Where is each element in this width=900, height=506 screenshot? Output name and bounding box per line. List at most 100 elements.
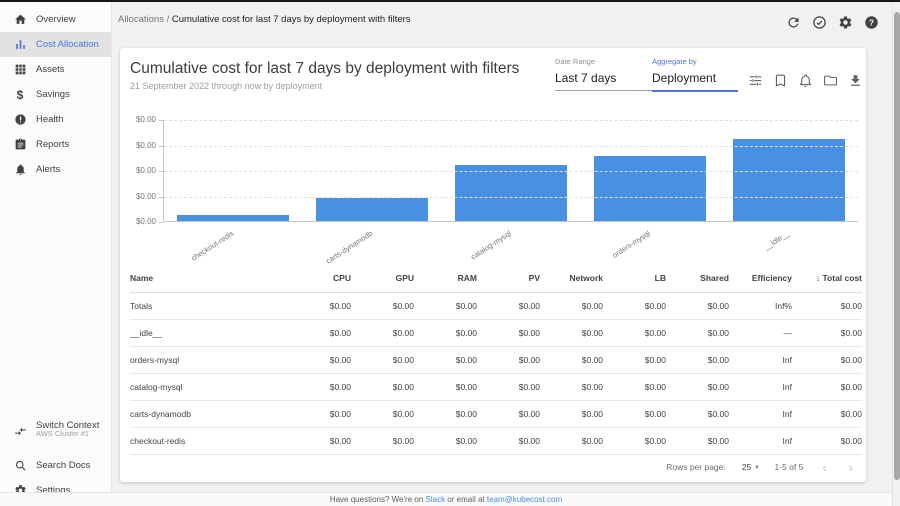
sidebar-item-overview[interactable]: Overview <box>0 7 111 32</box>
column-header-ram[interactable]: RAM <box>414 264 477 293</box>
table-cell: $0.00 <box>477 293 540 320</box>
sidebar-item-cost-allocation[interactable]: Cost Allocation <box>0 32 111 57</box>
bar-carts-dynamodb[interactable] <box>316 198 428 221</box>
aggregate-by-field[interactable]: Aggregate by Deployment <box>652 57 738 92</box>
check-circle-icon[interactable] <box>812 15 827 30</box>
health-exclamation-icon <box>13 113 27 127</box>
rows-per-page-select[interactable]: 25 ▾ <box>742 462 759 472</box>
table-row-orders-mysql[interactable]: orders-mysql$0.00$0.00$0.00$0.00$0.00$0.… <box>130 347 862 374</box>
breadcrumb-current-page: Cumulative cost for last 7 days by deplo… <box>172 14 411 25</box>
table-cell: $0.00 <box>351 320 414 347</box>
refresh-icon[interactable] <box>786 15 801 30</box>
table-cell: $0.00 <box>477 374 540 401</box>
gear-icon[interactable] <box>838 15 853 30</box>
footer-text: or email at <box>447 495 484 504</box>
x-axis-label: checkout-redis <box>189 229 235 263</box>
table-cell: $0.00 <box>414 347 477 374</box>
sidebar-item-search-docs[interactable]: Search Docs <box>0 453 111 478</box>
column-header-gpu[interactable]: GPU <box>351 264 414 293</box>
sidebar-item-label: Alerts <box>36 164 60 175</box>
gridline <box>164 146 858 147</box>
x-axis-label: orders-mysql <box>611 229 652 260</box>
table-cell: $0.00 <box>540 347 603 374</box>
sidebar-item-savings[interactable]: $ Savings <box>0 82 111 107</box>
email-link[interactable]: team@kubecost.com <box>487 495 562 504</box>
rows-per-page-label: Rows per page: <box>666 462 726 472</box>
vertical-scrollbar[interactable] <box>892 2 900 506</box>
report-subtitle: 21 September 2022 through now by deploym… <box>130 81 322 91</box>
bar-orders-mysql[interactable] <box>594 156 706 221</box>
topbar-actions: ? <box>786 15 879 30</box>
table-cell: $0.00 <box>666 347 729 374</box>
bar-catalog-mysql[interactable] <box>455 165 567 221</box>
sidebar-item-assets[interactable]: Assets <box>0 57 111 82</box>
footer: Have questions? We're on Slack or email … <box>0 492 892 506</box>
cluster-context-label: AWS Cluster #1 <box>36 429 89 438</box>
table-cell: $0.00 <box>477 347 540 374</box>
bell-icon[interactable] <box>798 73 813 88</box>
y-axis-tick-label: $0.00 <box>120 217 156 226</box>
scrollbar-thumb[interactable] <box>894 12 900 480</box>
sidebar-item-label: Savings <box>36 89 70 100</box>
y-axis-tick-label: $0.00 <box>120 141 156 150</box>
kubecost-app: Overview Cost Allocation Assets $ Saving… <box>0 0 900 506</box>
y-axis-tick-label: $0.00 <box>120 192 156 201</box>
gridline <box>164 171 858 172</box>
table-cell: $0.00 <box>288 293 351 320</box>
table-cell: $0.00 <box>414 293 477 320</box>
bookmark-icon[interactable] <box>773 73 788 88</box>
tune-filters-icon[interactable] <box>748 73 763 88</box>
table-row-idle[interactable]: __idle__$0.00$0.00$0.00$0.00$0.00$0.00$0… <box>130 320 862 347</box>
column-header-network[interactable]: Network <box>540 264 603 293</box>
table-cell: — <box>729 320 792 347</box>
sidebar-item-label: Search Docs <box>36 460 90 471</box>
previous-page-button[interactable]: ‹ <box>819 461 829 474</box>
column-header-efficiency[interactable]: Efficiency <box>729 264 792 293</box>
bar-__idle__[interactable] <box>733 139 845 221</box>
table-row-checkout-redis[interactable]: checkout-redis$0.00$0.00$0.00$0.00$0.00$… <box>130 428 862 455</box>
table-cell: $0.00 <box>792 320 862 347</box>
row-name: carts-dynamodb <box>130 401 288 428</box>
table-cell: $0.00 <box>477 320 540 347</box>
row-name: checkout-redis <box>130 428 288 455</box>
table-cell: $0.00 <box>477 428 540 455</box>
folder-icon[interactable] <box>823 73 838 88</box>
table-cell: $0.00 <box>540 428 603 455</box>
table-row-catalog-mysql[interactable]: catalog-mysql$0.00$0.00$0.00$0.00$0.00$0… <box>130 374 862 401</box>
date-range-field[interactable]: Date Range Last 7 days <box>555 57 655 91</box>
sidebar: Overview Cost Allocation Assets $ Saving… <box>0 2 112 492</box>
column-header-shared[interactable]: Shared <box>666 264 729 293</box>
table-cell: $0.00 <box>666 428 729 455</box>
date-range-value[interactable]: Last 7 days <box>555 71 655 91</box>
chart-bars <box>164 119 858 221</box>
table-cell: $0.00 <box>792 347 862 374</box>
table-cell: $0.00 <box>666 374 729 401</box>
table-cell: Inf% <box>729 293 792 320</box>
table-row-totals[interactable]: Totals$0.00$0.00$0.00$0.00$0.00$0.00$0.0… <box>130 293 862 320</box>
column-header-total-cost[interactable]: ↓ Total cost <box>792 264 862 293</box>
table-cell: Inf <box>729 347 792 374</box>
sidebar-item-switch-context[interactable]: Switch Context AWS Cluster #1 <box>0 417 111 445</box>
table-cell: $0.00 <box>414 374 477 401</box>
date-range-label: Date Range <box>555 57 655 66</box>
column-header-cpu[interactable]: CPU <box>288 264 351 293</box>
x-axis-labels: checkout-rediscarts-dynamodbcatalog-mysq… <box>163 225 858 267</box>
bell-icon <box>13 163 27 177</box>
help-icon[interactable]: ? <box>864 15 879 30</box>
sidebar-item-reports[interactable]: Reports <box>0 132 111 157</box>
sidebar-item-alerts[interactable]: Alerts <box>0 157 111 182</box>
column-header-lb[interactable]: LB <box>603 264 666 293</box>
aggregate-by-value[interactable]: Deployment <box>652 71 738 92</box>
x-axis-slot: checkout-redis <box>163 225 302 267</box>
sidebar-item-health[interactable]: Health <box>0 107 111 132</box>
column-header-pv[interactable]: PV <box>477 264 540 293</box>
slack-link[interactable]: Slack <box>426 495 446 504</box>
next-page-button[interactable]: › <box>846 461 856 474</box>
breadcrumb-allocations-link[interactable]: Allocations <box>118 14 164 25</box>
download-icon[interactable] <box>848 73 863 88</box>
bar-checkout-redis[interactable] <box>177 215 289 221</box>
table-cell: $0.00 <box>792 401 862 428</box>
sidebar-item-label: Cost Allocation <box>36 39 99 50</box>
table-row-carts-dynamodb[interactable]: carts-dynamodb$0.00$0.00$0.00$0.00$0.00$… <box>130 401 862 428</box>
column-header-name[interactable]: Name <box>130 264 288 293</box>
